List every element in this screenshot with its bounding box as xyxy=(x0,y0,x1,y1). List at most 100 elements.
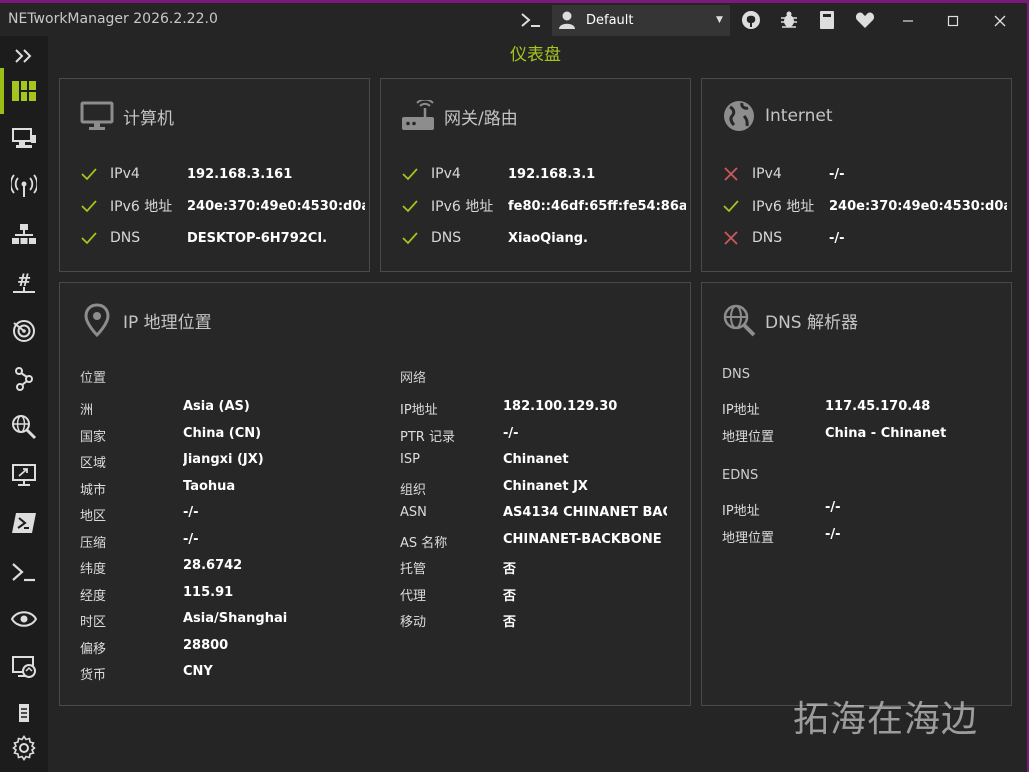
computer-card: 计算机 IPv4 192.168.3.161 IPv6 地址 240e:370:49e… xyxy=(59,78,370,272)
info-row-value: 28800 xyxy=(183,637,229,653)
page-title: 仪表盘 xyxy=(510,45,561,65)
info-row-value: 115.91 xyxy=(183,584,234,600)
gateway-card-header: 网关/路由 xyxy=(401,99,518,133)
info-row-value: 否 xyxy=(503,615,517,630)
gateway-card: 网关/路由 IPv4 192.168.3.1 IPv6 地址 fe80::46df:6… xyxy=(380,78,691,272)
expand-menu-icon[interactable] xyxy=(0,36,48,76)
check-icon xyxy=(80,197,98,215)
check-icon xyxy=(722,197,740,215)
info-row-label: ASN xyxy=(400,505,427,520)
sidebar-item-snmp[interactable] xyxy=(0,693,48,733)
powershell-prompt-icon[interactable] xyxy=(518,7,544,33)
check-icon xyxy=(401,165,419,183)
title-bar: NETworkManager 2026.2.22.0 Default ▼ xyxy=(0,3,1027,36)
profile-selector[interactable]: Default ▼ xyxy=(552,5,730,36)
sidebar-item-remote-desktop[interactable] xyxy=(0,455,48,495)
sidebar-item-dns-lookup[interactable] xyxy=(0,407,48,447)
info-row-label: PTR 记录 xyxy=(400,429,455,445)
status-row-value: -/- xyxy=(829,166,845,182)
info-row-value: -/- xyxy=(825,500,841,515)
status-row-label: IPv4 xyxy=(110,166,140,182)
info-row-value: 否 xyxy=(503,562,517,577)
github-icon[interactable] xyxy=(738,7,764,33)
sidebar-item-port-scanner[interactable]: # xyxy=(0,263,48,303)
edns-section-header: EDNS xyxy=(722,468,759,483)
cross-icon xyxy=(722,229,740,247)
sidebar-item-wifi[interactable] xyxy=(0,166,48,206)
sidebar-item-web-console[interactable] xyxy=(0,599,48,639)
status-row-value: DESKTOP-6H792CI. xyxy=(187,230,328,246)
dns-resolver-card-header: DNS 解析器 xyxy=(722,303,858,337)
status-row-label: IPv6 地址 xyxy=(110,199,173,215)
sidebar-item-terminal[interactable] xyxy=(0,552,48,592)
heart-icon[interactable] xyxy=(852,7,878,33)
info-row-value: Chinanet JX xyxy=(503,478,588,494)
info-row-label: 地理位置 xyxy=(722,429,775,445)
minimize-button[interactable] xyxy=(888,6,928,36)
sidebar-item-ping-monitor[interactable] xyxy=(0,311,48,351)
sidebar-item-ip-scanner[interactable] xyxy=(0,215,48,255)
computer-card-header: 计算机 xyxy=(80,99,174,133)
info-row-label: 托管 xyxy=(400,562,427,577)
info-row-value: CHINANET-BACKBONE xyxy=(503,531,662,547)
cross-icon xyxy=(722,165,740,183)
status-row-label: IPv6 地址 xyxy=(431,199,494,215)
status-row-value: 240e:370:49e0:4530:d0a xyxy=(829,198,1007,214)
info-row-label: AS 名称 xyxy=(400,535,448,551)
dns-resolver-card: DNS 解析器 DNS EDNS IP地址 117.45.170.48 地理位置 Ch… xyxy=(701,282,1012,706)
gateway-title: 网关/路由 xyxy=(444,108,518,129)
info-row-value: China (CN) xyxy=(183,425,262,441)
info-row-label: 纬度 xyxy=(80,562,107,577)
info-row-label: 洲 xyxy=(80,403,94,418)
sidebar-item-remote-monitor[interactable] xyxy=(0,647,48,687)
computer-title: 计算机 xyxy=(123,108,174,129)
info-row-value: -/- xyxy=(503,425,519,441)
user-icon xyxy=(557,10,577,34)
status-row-label: DNS xyxy=(110,230,141,246)
book-icon[interactable] xyxy=(814,7,840,33)
info-row-value: 117.45.170.48 xyxy=(825,399,931,414)
location-pin-icon xyxy=(80,303,114,337)
radar-icon xyxy=(13,320,35,342)
profile-name: Default xyxy=(586,13,634,28)
sidebar-item-traceroute[interactable] xyxy=(0,359,48,399)
maximize-button[interactable] xyxy=(933,6,973,36)
globe-search-icon xyxy=(722,303,756,337)
ip-geolocation-card: IP 地理位置 位置 网络 洲 Asia (AS) 国家 China (CN) 区域 Ji… xyxy=(59,282,691,706)
check-icon xyxy=(80,229,98,247)
network-interface-icon xyxy=(12,128,36,148)
network-section-header: 网络 xyxy=(400,371,427,386)
info-row-label: 代理 xyxy=(400,588,427,604)
status-row-value: -/- xyxy=(829,230,845,246)
bug-icon[interactable] xyxy=(776,7,802,33)
settings-button[interactable] xyxy=(0,728,48,768)
status-row-label: IPv4 xyxy=(431,166,461,182)
info-row-label: IP地址 xyxy=(400,403,438,418)
info-row-label: 偏移 xyxy=(80,641,107,657)
remote-desktop-icon xyxy=(12,464,36,486)
sidebar-item-dashboard[interactable] xyxy=(0,71,48,111)
info-row-label: IP地址 xyxy=(722,504,760,519)
sidebar-item-powershell[interactable] xyxy=(0,503,48,543)
watermark: 拓海在海边 xyxy=(793,699,979,740)
status-row-value: fe80::46df:65ff:fe54:86a xyxy=(508,198,686,214)
info-row-label: 经度 xyxy=(80,588,107,604)
close-button[interactable] xyxy=(980,6,1020,36)
info-row-value: Taohua xyxy=(183,478,236,494)
info-row-value: AS4134 CHINANET BACKBONE xyxy=(503,505,667,520)
dns-section-header: DNS xyxy=(722,367,750,382)
hash-network-icon: # xyxy=(13,271,35,293)
info-row-value: 182.100.129.30 xyxy=(503,399,618,414)
dashboard-icon xyxy=(12,81,36,101)
ip-geolocation-card-header: IP 地理位置 xyxy=(80,303,212,337)
sidebar: # xyxy=(0,36,48,772)
info-row-label: 城市 xyxy=(80,482,107,498)
internet-card-header: Internet xyxy=(722,99,833,133)
monitor-icon xyxy=(80,99,114,133)
check-icon xyxy=(80,165,98,183)
globe-search-icon xyxy=(12,415,37,440)
sidebar-item-network-interface[interactable] xyxy=(0,119,48,159)
info-row-label: 移动 xyxy=(400,615,427,630)
wifi-antenna-icon xyxy=(11,174,37,197)
info-row-value: Asia (AS) xyxy=(183,399,250,414)
